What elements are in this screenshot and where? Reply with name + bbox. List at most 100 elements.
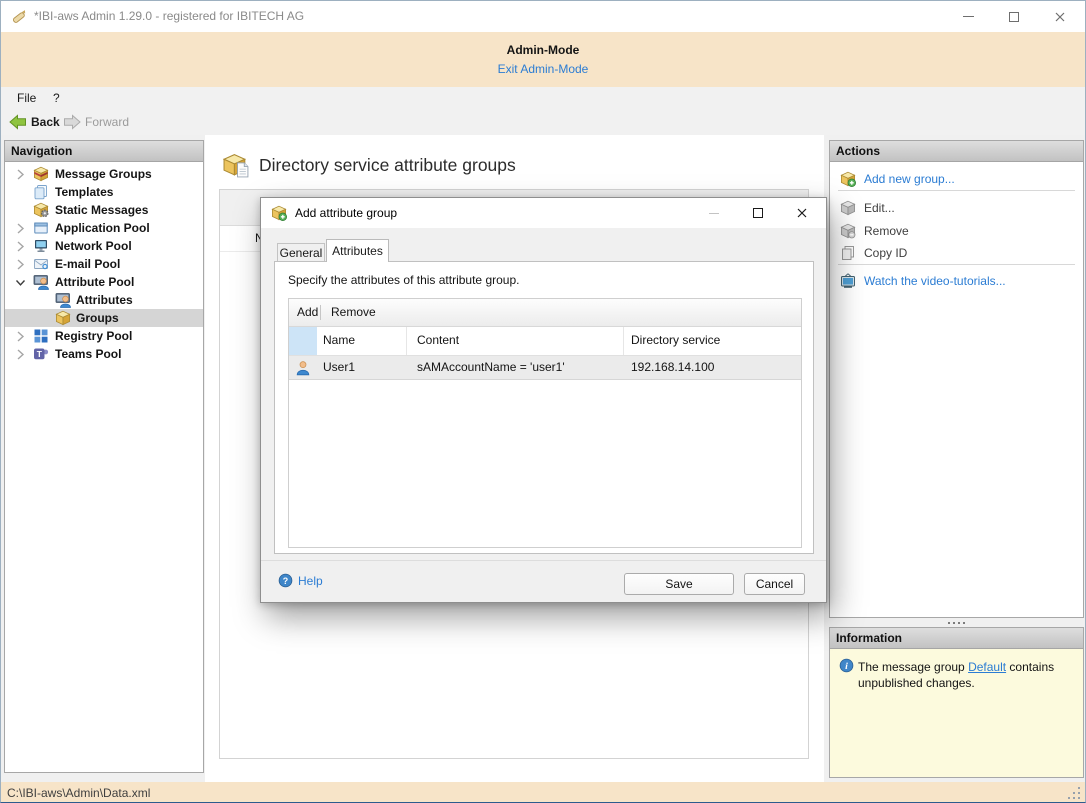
remove-attribute-button[interactable]: Remove	[327, 299, 380, 326]
minimize-icon	[963, 16, 974, 17]
edit-group-icon	[840, 200, 856, 216]
actions-panel: Actions Add new group... Edit... Remove	[829, 140, 1084, 618]
attributes-table-toolbar: Add Remove	[289, 299, 801, 327]
column-header-name[interactable]: Name	[317, 327, 407, 355]
nav-item-label: Static Messages	[55, 201, 148, 219]
nav-item-application-pool[interactable]: Application Pool	[5, 219, 203, 237]
action-label: Copy ID	[864, 244, 907, 262]
status-bar: C:\IBI-aws\Admin\Data.xml	[1, 782, 1085, 803]
attributes-table: Add Remove Name Content Directory servic…	[288, 298, 802, 548]
column-header-directory-service[interactable]: Directory service	[624, 327, 801, 355]
right-panel: Actions Add new group... Edit... Remove	[829, 140, 1084, 782]
add-group-icon	[840, 171, 856, 187]
teams-pool-icon	[33, 346, 49, 362]
dialog-maximize-button[interactable]	[736, 198, 780, 228]
groups-icon	[55, 310, 71, 326]
nav-item-attribute-pool[interactable]: Attribute Pool	[5, 273, 203, 291]
toolbar-separator	[320, 305, 321, 320]
actions-list: Add new group... Edit... Remove Copy ID	[830, 162, 1083, 617]
maximize-button[interactable]	[991, 1, 1037, 32]
tab-description: Specify the attributes of this attribute…	[288, 273, 519, 287]
window-controls	[945, 1, 1083, 32]
nav-item-teams-pool[interactable]: Teams Pool	[5, 345, 203, 363]
actions-separator	[838, 190, 1075, 191]
nav-item-registry-pool[interactable]: Registry Pool	[5, 327, 203, 345]
nav-item-label: Network Pool	[55, 237, 132, 255]
nav-item-label: Message Groups	[55, 165, 152, 183]
nav-item-attributes[interactable]: Attributes	[5, 291, 203, 309]
help-label: Help	[298, 572, 323, 590]
back-label: Back	[31, 115, 60, 129]
column-header-content[interactable]: Content	[407, 327, 624, 355]
minimize-icon	[709, 213, 719, 214]
menu-bar: File ?	[1, 87, 1085, 109]
panel-splitter[interactable]	[829, 618, 1084, 627]
footer-divider	[261, 560, 826, 561]
default-group-link[interactable]: Default	[968, 660, 1006, 674]
information-message: The message group Default contains unpub…	[858, 659, 1075, 691]
cancel-button[interactable]: Cancel	[744, 573, 805, 595]
chevron-right-icon[interactable]	[14, 240, 27, 253]
admin-mode-label: Admin-Mode	[1, 43, 1085, 57]
attributes-table-header: Name Content Directory service	[289, 327, 801, 355]
navigation-tree: Message Groups Templates Static Messages…	[5, 162, 203, 773]
row-name: User1	[317, 356, 407, 379]
tab-general[interactable]: General	[277, 243, 325, 261]
row-content: sAMAccountName = 'user1'	[407, 356, 624, 379]
network-pool-icon	[33, 238, 49, 254]
add-new-group-action[interactable]: Add new group...	[830, 170, 1083, 188]
chevron-right-icon[interactable]	[14, 168, 27, 181]
copy-icon	[840, 245, 856, 261]
chevron-right-icon[interactable]	[14, 222, 27, 235]
chevron-right-icon[interactable]	[14, 348, 27, 361]
video-tutorials-action[interactable]: Watch the video-tutorials...	[830, 272, 1083, 290]
menu-help[interactable]: ?	[48, 87, 65, 109]
chevron-down-icon[interactable]	[14, 276, 27, 289]
add-group-icon	[271, 205, 287, 221]
icon-column-header[interactable]	[289, 327, 317, 355]
nav-item-network-pool[interactable]: Network Pool	[5, 237, 203, 255]
nav-item-message-groups[interactable]: Message Groups	[5, 165, 203, 183]
remove-action[interactable]: Remove	[830, 222, 1083, 240]
menu-file[interactable]: File	[12, 87, 41, 109]
add-attribute-button[interactable]: Add	[293, 299, 322, 326]
edit-action[interactable]: Edit...	[830, 199, 1083, 217]
app-icon	[10, 8, 27, 25]
information-body: The message group Default contains unpub…	[830, 649, 1083, 777]
message-groups-icon	[33, 166, 49, 182]
admin-mode-banner: Admin-Mode Exit Admin-Mode	[1, 32, 1085, 87]
back-button[interactable]: Back	[5, 109, 64, 135]
save-button[interactable]: Save	[624, 573, 734, 595]
tab-attributes[interactable]: Attributes	[326, 239, 389, 262]
window-titlebar[interactable]: *IBI-aws Admin 1.29.0 - registered for I…	[1, 1, 1085, 32]
nav-item-email-pool[interactable]: E-mail Pool	[5, 255, 203, 273]
navigation-header: Navigation	[5, 141, 203, 162]
dialog-title: Add attribute group	[295, 198, 397, 228]
information-panel: Information The message group Default co…	[829, 627, 1084, 778]
forward-button[interactable]: Forward	[59, 109, 133, 135]
application-pool-icon	[33, 220, 49, 236]
chevron-right-icon[interactable]	[14, 258, 27, 271]
resize-grip-icon[interactable]	[1065, 784, 1083, 802]
close-icon	[795, 206, 809, 220]
dialog-titlebar[interactable]: Add attribute group	[261, 198, 826, 228]
exit-admin-mode-link[interactable]: Exit Admin-Mode	[498, 62, 589, 76]
data-file-path: C:\IBI-aws\Admin\Data.xml	[7, 782, 150, 803]
attributes-icon	[55, 292, 71, 308]
dialog-controls	[692, 198, 824, 228]
navigation-panel: Navigation Message Groups Templates Stat…	[4, 140, 204, 773]
action-label: Add new group...	[864, 170, 955, 188]
nav-item-static-messages[interactable]: Static Messages	[5, 201, 203, 219]
dialog-close-button[interactable]	[780, 198, 824, 228]
chevron-right-icon[interactable]	[14, 330, 27, 343]
table-row[interactable]: User1 sAMAccountName = 'user1' 192.168.1…	[289, 355, 801, 380]
dialog-minimize-button	[692, 198, 736, 228]
copy-id-action[interactable]: Copy ID	[830, 244, 1083, 262]
nav-item-label: Attribute Pool	[55, 273, 134, 291]
close-button[interactable]	[1037, 1, 1083, 32]
email-pool-icon	[33, 256, 49, 272]
nav-item-groups[interactable]: Groups	[5, 309, 203, 327]
action-label: Remove	[864, 222, 909, 240]
nav-item-templates[interactable]: Templates	[5, 183, 203, 201]
minimize-button[interactable]	[945, 1, 991, 32]
